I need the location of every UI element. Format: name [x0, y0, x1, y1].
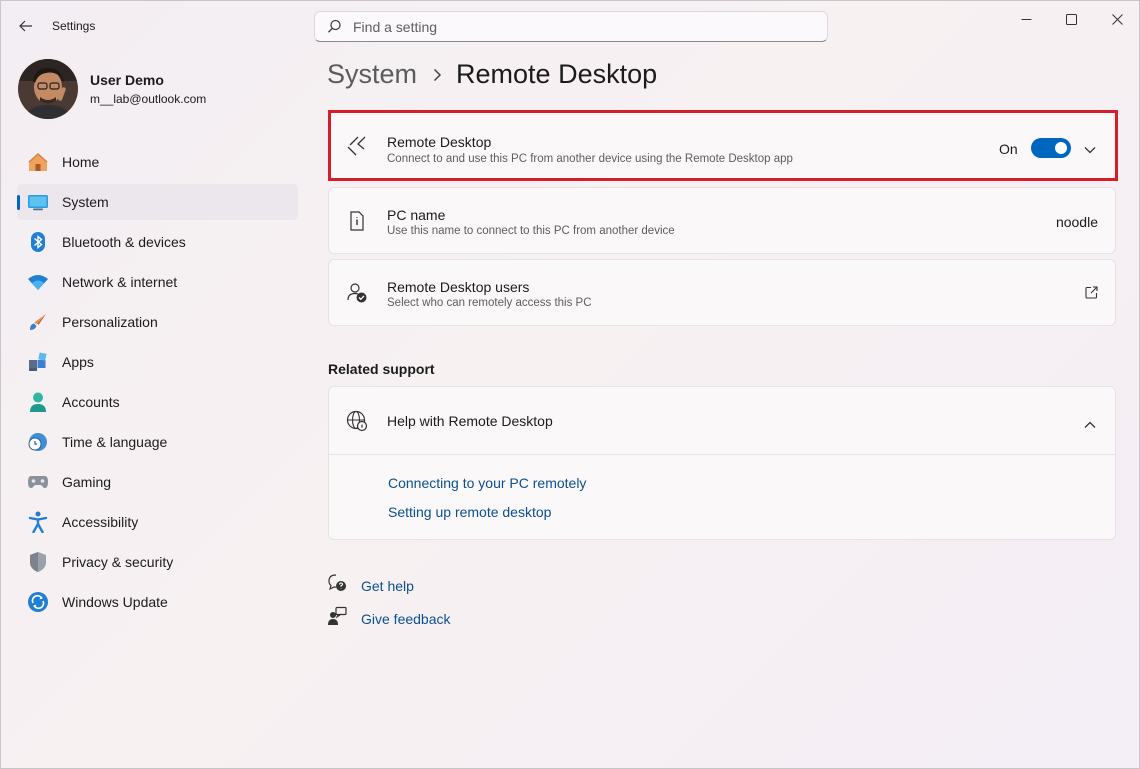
maximize-button[interactable] — [1048, 6, 1094, 32]
give-feedback-label: Give feedback — [361, 610, 451, 627]
user-check-icon — [345, 281, 369, 305]
minimize-icon — [1021, 18, 1031, 20]
sidebar-item-label: Windows Update — [62, 594, 168, 610]
sidebar-item-label: Apps — [62, 354, 94, 370]
close-icon — [1111, 13, 1123, 25]
sidebar-item-personalization[interactable]: Personalization — [17, 304, 298, 340]
sidebar-item-apps[interactable]: Apps — [17, 344, 298, 380]
gamepad-icon — [27, 471, 49, 493]
breadcrumb-parent[interactable]: System — [327, 59, 417, 90]
sidebar-item-accessibility[interactable]: Accessibility — [17, 504, 298, 540]
pc-name-description: Use this name to connect to this PC from… — [387, 225, 675, 237]
user-profile[interactable]: User Demo m__lab@outlook.com — [18, 59, 206, 119]
sidebar-item-bluetooth[interactable]: Bluetooth & devices — [17, 224, 298, 260]
help-link-connecting[interactable]: Connecting to your PC remotely — [388, 475, 586, 491]
pc-name-value: noodle — [1055, 214, 1098, 230]
sidebar-item-label: Privacy & security — [62, 554, 174, 570]
get-help-label: Get help — [361, 577, 414, 594]
shield-icon — [27, 551, 49, 573]
settings-window: Settings Find a setting User Demo m__lab… — [0, 0, 1140, 769]
sidebar-item-home[interactable]: Home — [17, 144, 298, 180]
sidebar-item-label: Home — [62, 154, 100, 170]
get-help-icon — [327, 573, 347, 598]
globe-help-icon — [345, 409, 369, 433]
open-external-icon[interactable] — [1085, 286, 1098, 304]
back-button[interactable] — [13, 14, 39, 38]
users-description: Select who can remotely access this PC — [387, 297, 592, 309]
chevron-up-icon[interactable] — [1084, 416, 1096, 434]
sidebar-item-network[interactable]: Network & internet — [17, 264, 298, 300]
system-icon — [27, 191, 49, 213]
chevron-right-icon — [433, 68, 442, 82]
sidebar-nav: Home System Bluetooth & devices Network … — [17, 144, 298, 624]
remote-desktop-users-card[interactable]: Remote Desktop users Select who can remo… — [328, 259, 1116, 326]
page-title: Remote Desktop — [456, 59, 658, 89]
pc-name-card[interactable]: PC name Use this name to connect to this… — [328, 187, 1116, 254]
maximize-icon — [1065, 13, 1077, 25]
search-placeholder: Find a setting — [353, 18, 438, 35]
title-bar: Settings Find a setting — [1, 1, 1139, 51]
sidebar-item-gaming[interactable]: Gaming — [17, 464, 298, 500]
help-card: Help with Remote Desktop Connecting to y… — [328, 386, 1116, 540]
sidebar-item-label: Accessibility — [62, 514, 139, 530]
sidebar-item-accounts[interactable]: Accounts — [17, 384, 298, 420]
sidebar-item-label: Time & language — [62, 434, 168, 450]
home-icon — [27, 151, 49, 173]
back-arrow-icon — [19, 20, 32, 32]
sidebar-item-label: Gaming — [62, 474, 112, 490]
sidebar-item-label: Network & internet — [62, 274, 178, 290]
brush-icon — [27, 311, 49, 333]
search-icon — [315, 19, 353, 34]
help-title: Help with Remote Desktop — [387, 413, 553, 429]
sidebar-item-system[interactable]: System — [17, 184, 298, 220]
related-support-heading: Related support — [328, 361, 435, 377]
document-info-icon — [345, 209, 369, 233]
highlight-box — [328, 110, 1118, 181]
minimize-button[interactable] — [1003, 6, 1049, 32]
profile-name: User Demo — [90, 72, 164, 88]
close-button[interactable] — [1094, 6, 1140, 32]
get-help-link[interactable]: Get help — [327, 573, 414, 598]
account-icon — [27, 391, 49, 413]
update-icon — [27, 591, 49, 613]
breadcrumb: System Remote Desktop — [327, 59, 657, 90]
clock-globe-icon — [27, 431, 49, 453]
feedback-icon — [327, 606, 347, 631]
pc-name-title: PC name — [387, 207, 446, 223]
bluetooth-icon — [27, 231, 49, 253]
help-card-header[interactable]: Help with Remote Desktop — [329, 387, 1115, 455]
sidebar-item-windows-update[interactable]: Windows Update — [17, 584, 298, 620]
sidebar-item-label: Accounts — [62, 394, 120, 410]
wifi-icon — [27, 271, 49, 293]
accessibility-icon — [27, 511, 49, 533]
sidebar-item-time-language[interactable]: Time & language — [17, 424, 298, 460]
search-input[interactable]: Find a setting — [314, 11, 828, 42]
avatar — [18, 59, 78, 119]
users-title: Remote Desktop users — [387, 279, 530, 295]
sidebar-item-privacy[interactable]: Privacy & security — [17, 544, 298, 580]
sidebar-item-label: Personalization — [62, 314, 158, 330]
sidebar-item-label: Bluetooth & devices — [62, 234, 186, 250]
sidebar-item-label: System — [62, 194, 109, 210]
help-link-setup[interactable]: Setting up remote desktop — [388, 504, 551, 520]
apps-icon — [27, 351, 49, 373]
profile-email: m__lab@outlook.com — [90, 92, 207, 106]
give-feedback-link[interactable]: Give feedback — [327, 606, 451, 631]
app-title: Settings — [52, 19, 96, 33]
